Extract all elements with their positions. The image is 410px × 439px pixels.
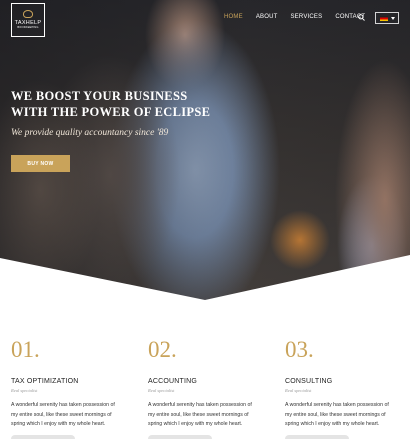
feature-text: A wonderful serenity has taken possessio… (285, 402, 389, 427)
language-selector[interactable] (375, 12, 399, 24)
feature-more-button[interactable] (285, 435, 349, 439)
feature-subtitle: Real specialist (148, 388, 175, 393)
feature-number: 01. (11, 337, 40, 362)
search-icon[interactable] (358, 14, 365, 21)
buy-now-button[interactable]: BUY NOW (11, 155, 70, 172)
feature-title: CONSULTING (285, 378, 333, 385)
feature-text: A wonderful serenity has taken possessio… (148, 402, 252, 427)
feature-subtitle: Real specialist (285, 388, 312, 393)
site-logo[interactable]: TAXHELP BOOKKEEPING (11, 3, 45, 37)
feature-title: TAX OPTIMIZATION (11, 378, 79, 385)
chevron-down-icon (391, 16, 395, 20)
feature-text: A wonderful serenity has taken possessio… (11, 402, 115, 427)
hero-headline: WE BOOST YOUR BUSINESS WITH THE POWER OF… (11, 88, 211, 120)
nav-services[interactable]: SERVICES (290, 14, 322, 20)
logo-icon (23, 10, 33, 18)
feature-number: 03. (285, 337, 314, 362)
hero-tagline: We provide quality accountancy since '89 (11, 128, 169, 138)
feature-title: ACCOUNTING (148, 378, 198, 385)
features-section: 01. TAX OPTIMIZATION Real specialist A w… (0, 300, 410, 439)
hero-headline-line2: WITH THE POWER OF ECLIPSE (11, 105, 211, 119)
feature-number: 02. (148, 337, 177, 362)
hero-headline-line1: WE BOOST YOUR BUSINESS (11, 89, 188, 103)
main-nav: HOME ABOUT SERVICES CONTACT (224, 14, 378, 20)
logo-subtitle: BOOKKEEPING (17, 26, 39, 29)
nav-home[interactable]: HOME (224, 14, 243, 20)
hero-bottom-divider (0, 255, 410, 300)
feature-more-button[interactable] (148, 435, 212, 439)
feature-subtitle: Real specialist (11, 388, 38, 393)
nav-about[interactable]: ABOUT (256, 14, 278, 20)
german-flag-icon (380, 15, 388, 21)
hero-banner: TAXHELP BOOKKEEPING HOME ABOUT SERVICES … (0, 0, 410, 300)
feature-more-button[interactable] (11, 435, 75, 439)
